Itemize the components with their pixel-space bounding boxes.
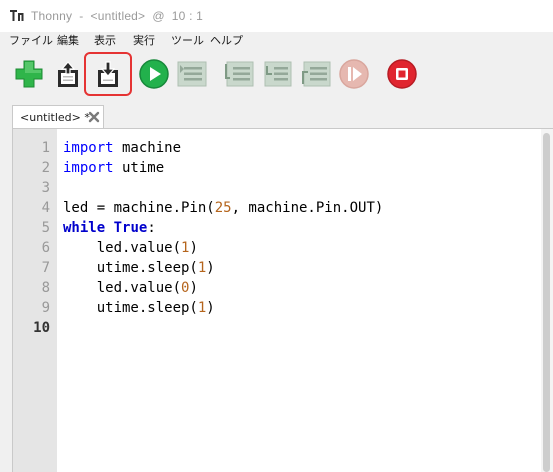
code-line: import machine	[63, 138, 181, 158]
line-number: 4	[41, 200, 50, 216]
code-token: while	[63, 220, 106, 236]
title-bar: Thonny - <untitled> @ 10 : 1	[0, 0, 553, 32]
code-token: led.value(	[63, 240, 182, 256]
window-title: Thonny - <untitled> @ 10 : 1	[31, 9, 204, 23]
code-token: utime.sleep(	[63, 300, 198, 316]
new-file-icon	[15, 60, 43, 88]
tab-label: <untitled> *	[20, 111, 90, 124]
line-number: 7	[41, 260, 50, 276]
code-token: )	[206, 260, 215, 276]
step-out-button[interactable]	[300, 58, 332, 90]
line-number: 6	[41, 240, 50, 256]
menu-help[interactable]: ヘルプ	[210, 33, 243, 49]
step-into-button[interactable]	[261, 58, 293, 90]
code-token: )	[189, 280, 198, 296]
line-number: 10	[33, 320, 50, 336]
line-number-gutter: 1 2 3 4 5 6 7 8 9 10	[13, 129, 57, 472]
code-line: utime.sleep(1)	[63, 258, 215, 278]
menu-run[interactable]: 実行	[133, 33, 155, 49]
new-file-button[interactable]	[13, 58, 45, 90]
code-token: , machine.Pin.OUT)	[231, 200, 384, 216]
step-over-icon	[225, 61, 254, 87]
menu-file[interactable]: ファイル	[9, 33, 53, 49]
code-token: import	[63, 160, 114, 176]
code-line: led.value(0)	[63, 278, 198, 298]
code-token: led.value(	[63, 280, 182, 296]
line-number: 9	[41, 300, 50, 316]
editor-tab-bar: <untitled> *	[0, 102, 553, 130]
code-token: led = machine.Pin(	[63, 200, 215, 216]
run-icon	[139, 59, 169, 89]
run-button[interactable]	[138, 58, 170, 90]
resume-button[interactable]	[338, 58, 370, 90]
code-editor[interactable]: import machine import utime led = machine.…	[57, 129, 541, 472]
menu-tools[interactable]: ツール	[171, 33, 204, 49]
step-over-button[interactable]	[223, 58, 255, 90]
code-token: utime	[113, 160, 165, 176]
toolbar	[0, 50, 553, 102]
line-number: 8	[41, 280, 50, 296]
thonny-logo-icon	[10, 10, 24, 21]
code-line: while True:	[63, 218, 156, 238]
code-token: )	[206, 300, 215, 316]
line-number: 3	[41, 180, 50, 196]
step-into-icon	[264, 61, 292, 87]
line-number: 1	[41, 140, 50, 156]
code-line: led = machine.Pin(25, machine.Pin.OUT)	[63, 198, 383, 218]
open-file-icon	[58, 61, 78, 87]
code-line: utime.sleep(1)	[63, 298, 215, 318]
tab-untitled[interactable]: <untitled> *	[12, 105, 104, 130]
resume-icon	[339, 59, 369, 89]
close-icon[interactable]	[88, 111, 100, 123]
menu-bar: ファイル 編集 表示 実行 ツール ヘルプ	[0, 32, 553, 50]
stop-icon	[387, 59, 417, 89]
menu-edit[interactable]: 編集	[57, 33, 79, 49]
code-token: :	[147, 220, 156, 236]
step-out-icon	[302, 61, 331, 87]
line-number: 5	[41, 220, 50, 236]
vertical-scrollbar[interactable]	[541, 129, 553, 472]
code-token: import	[63, 140, 114, 156]
code-line: import utime	[63, 158, 164, 178]
stop-button[interactable]	[386, 58, 418, 90]
code-token: machine	[113, 140, 182, 156]
save-file-button[interactable]	[92, 58, 124, 90]
debug-button[interactable]	[176, 58, 208, 90]
save-file-icon	[98, 61, 118, 87]
scrollbar-thumb[interactable]	[543, 133, 550, 472]
code-line: led.value(1)	[63, 238, 198, 258]
line-number: 2	[41, 160, 50, 176]
open-file-button[interactable]	[52, 58, 84, 90]
menu-view[interactable]: 表示	[94, 33, 116, 49]
code-token: True	[113, 220, 148, 236]
code-token: utime.sleep(	[63, 260, 198, 276]
debug-icon	[177, 61, 207, 87]
code-token: 25	[214, 200, 232, 216]
code-token: )	[189, 240, 198, 256]
